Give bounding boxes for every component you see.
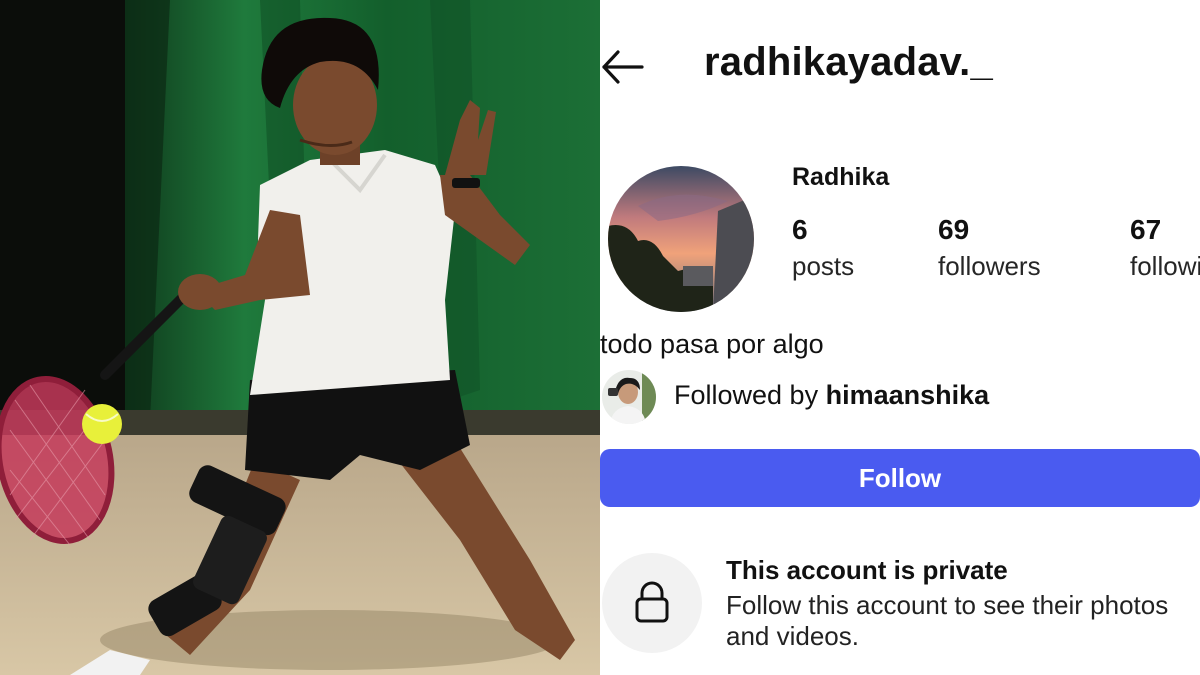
private-account-title: This account is private bbox=[726, 555, 1008, 585]
profile-avatar[interactable] bbox=[608, 166, 754, 312]
followed-by-username[interactable]: himaanshika bbox=[826, 380, 990, 410]
tennis-player-photo bbox=[0, 0, 600, 675]
stat-following-value: 67 bbox=[1130, 214, 1162, 245]
back-button[interactable] bbox=[600, 44, 646, 90]
stat-posts-label: posts bbox=[792, 251, 855, 281]
stat-followers[interactable]: 69 followers bbox=[938, 212, 1041, 284]
profile-bio: todo pasa por algo bbox=[600, 329, 824, 359]
stat-following[interactable]: 67 following bbox=[1130, 212, 1200, 284]
arrow-left-icon bbox=[602, 50, 644, 84]
mutual-follower-avatar-image bbox=[602, 370, 656, 424]
stat-posts-value: 6 bbox=[792, 214, 808, 245]
follow-button[interactable]: Follow bbox=[600, 449, 1200, 507]
followed-by-prefix: Followed by bbox=[674, 380, 826, 410]
stat-following-label: following bbox=[1130, 251, 1200, 281]
stat-followers-value: 69 bbox=[938, 214, 970, 245]
lock-icon-container bbox=[602, 553, 702, 653]
lock-icon bbox=[635, 581, 669, 623]
profile-display-name: Radhika bbox=[792, 163, 890, 191]
followed-by-avatar[interactable] bbox=[602, 370, 656, 424]
stat-followers-label: followers bbox=[938, 251, 1041, 281]
private-account-description: Follow this account to see their photos … bbox=[726, 590, 1169, 651]
sunset-sky-avatar-image bbox=[608, 166, 754, 312]
photo-illustration bbox=[0, 0, 600, 675]
followed-by-text[interactable]: Followed by himaanshika bbox=[674, 380, 989, 411]
profile-panel: radhikayadav._ Radhika 6 posts 69 follow… bbox=[600, 0, 1200, 675]
stat-posts[interactable]: 6 posts bbox=[792, 212, 854, 284]
profile-username: radhikayadav._ bbox=[704, 40, 993, 84]
